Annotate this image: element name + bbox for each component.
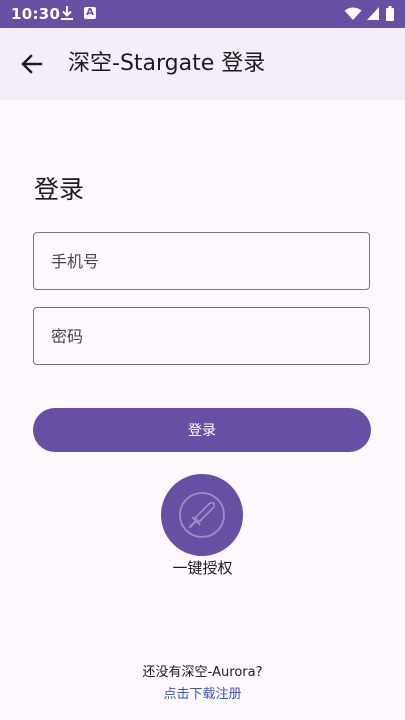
wifi-icon bbox=[344, 7, 362, 20]
login-heading: 登录 bbox=[34, 175, 85, 204]
download-icon bbox=[61, 6, 73, 20]
no-account-text: 还没有深空-Aurora? bbox=[142, 665, 263, 680]
one-click-auth-label: 一键授权 bbox=[172, 559, 233, 577]
phone-field[interactable] bbox=[33, 232, 370, 290]
back-button[interactable] bbox=[12, 48, 48, 80]
notification-letter: A bbox=[86, 7, 94, 18]
arrow-back-icon bbox=[21, 54, 43, 74]
notification-app-icon: A bbox=[84, 7, 96, 19]
signal-icon bbox=[367, 7, 379, 20]
one-click-auth-button[interactable] bbox=[161, 474, 243, 556]
status-bar: 10:30 A bbox=[0, 0, 405, 28]
login-button[interactable]: 登录 bbox=[33, 408, 371, 452]
status-time: 10:30 bbox=[11, 5, 61, 23]
password-input[interactable] bbox=[34, 308, 369, 364]
app-bar-title: 深空-Stargate 登录 bbox=[68, 51, 266, 76]
register-link[interactable]: 点击下载注册 bbox=[0, 683, 405, 702]
battery-icon bbox=[386, 6, 394, 21]
app-bar: 深空-Stargate 登录 bbox=[0, 28, 405, 100]
phone-input[interactable] bbox=[34, 233, 369, 289]
password-field[interactable] bbox=[33, 307, 370, 365]
sword-icon bbox=[179, 492, 225, 538]
